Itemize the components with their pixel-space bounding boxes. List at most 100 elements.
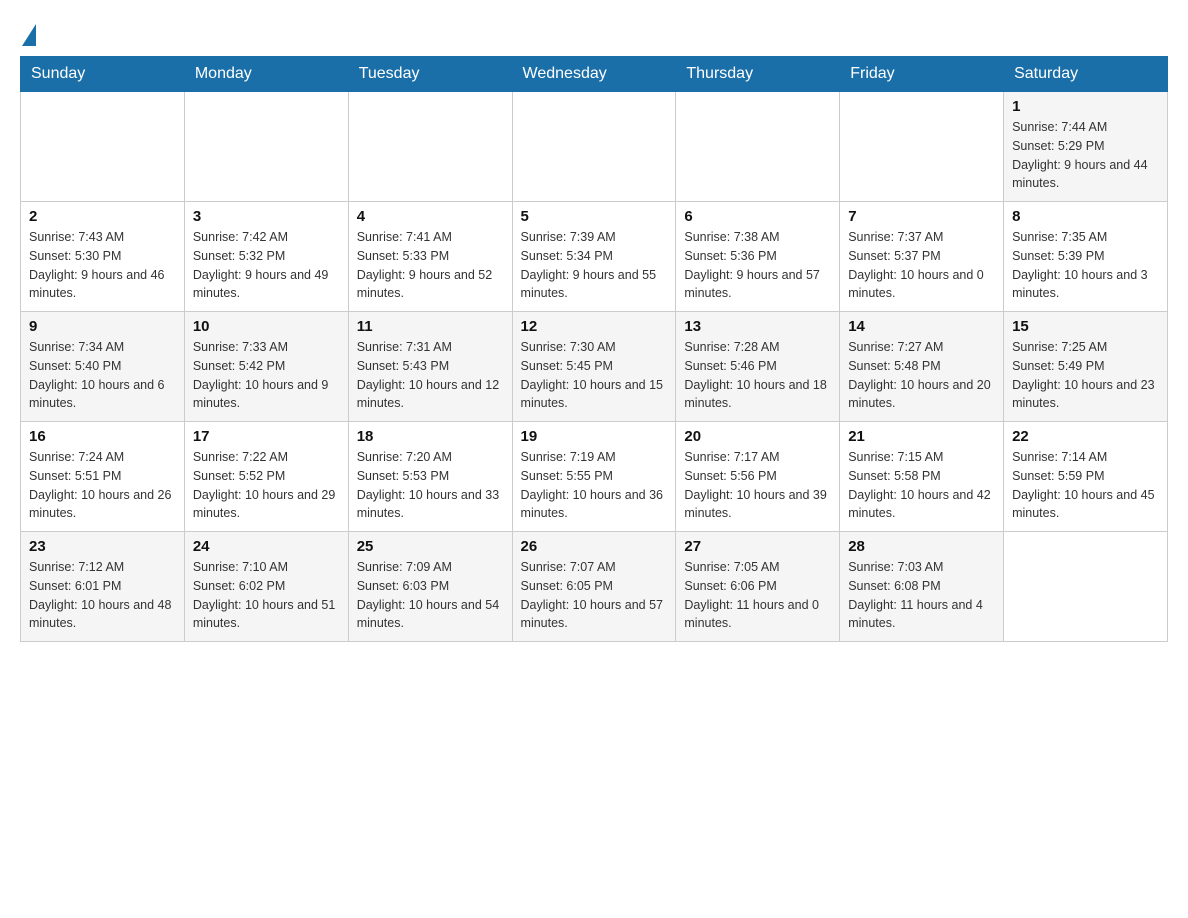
- calendar-cell: 23 Sunrise: 7:12 AM Sunset: 6:01 PM Dayli…: [21, 532, 185, 642]
- day-info: Sunrise: 7:42 AM Sunset: 5:32 PM Dayligh…: [193, 228, 340, 303]
- day-number: 12: [521, 318, 668, 335]
- calendar-cell: [840, 92, 1004, 202]
- day-number: 11: [357, 318, 504, 335]
- day-header-monday: Monday: [184, 57, 348, 92]
- calendar-cell: 11 Sunrise: 7:31 AM Sunset: 5:43 PM Dayli…: [348, 312, 512, 422]
- day-header-tuesday: Tuesday: [348, 57, 512, 92]
- day-number: 27: [684, 538, 831, 555]
- calendar-cell: 2 Sunrise: 7:43 AM Sunset: 5:30 PM Daylig…: [21, 202, 185, 312]
- logo-triangle-icon: [22, 24, 36, 46]
- day-info: Sunrise: 7:37 AM Sunset: 5:37 PM Dayligh…: [848, 228, 995, 303]
- day-number: 3: [193, 208, 340, 225]
- day-number: 18: [357, 428, 504, 445]
- day-info: Sunrise: 7:10 AM Sunset: 6:02 PM Dayligh…: [193, 558, 340, 633]
- day-number: 22: [1012, 428, 1159, 445]
- day-info: Sunrise: 7:25 AM Sunset: 5:49 PM Dayligh…: [1012, 338, 1159, 413]
- day-number: 19: [521, 428, 668, 445]
- calendar-cell: [676, 92, 840, 202]
- calendar-cell: 13 Sunrise: 7:28 AM Sunset: 5:46 PM Dayli…: [676, 312, 840, 422]
- calendar-cell: 22 Sunrise: 7:14 AM Sunset: 5:59 PM Dayli…: [1004, 422, 1168, 532]
- day-info: Sunrise: 7:43 AM Sunset: 5:30 PM Dayligh…: [29, 228, 176, 303]
- calendar-cell: [184, 92, 348, 202]
- calendar-cell: 10 Sunrise: 7:33 AM Sunset: 5:42 PM Dayli…: [184, 312, 348, 422]
- calendar-cell: 25 Sunrise: 7:09 AM Sunset: 6:03 PM Dayli…: [348, 532, 512, 642]
- day-info: Sunrise: 7:38 AM Sunset: 5:36 PM Dayligh…: [684, 228, 831, 303]
- calendar-cell: 14Sunrise: 7:27 AM Sunset: 5:48 PM Dayli…: [840, 312, 1004, 422]
- calendar-cell: 9 Sunrise: 7:34 AM Sunset: 5:40 PM Daylig…: [21, 312, 185, 422]
- day-info: Sunrise: 7:27 AM Sunset: 5:48 PM Dayligh…: [848, 338, 995, 413]
- calendar-cell: 3 Sunrise: 7:42 AM Sunset: 5:32 PM Daylig…: [184, 202, 348, 312]
- calendar-cell: 24 Sunrise: 7:10 AM Sunset: 6:02 PM Dayli…: [184, 532, 348, 642]
- day-number: 13: [684, 318, 831, 335]
- logo: [20, 20, 36, 46]
- calendar-cell: 1 Sunrise: 7:44 AM Sunset: 5:29 PM Daylig…: [1004, 92, 1168, 202]
- day-info: Sunrise: 7:35 AM Sunset: 5:39 PM Dayligh…: [1012, 228, 1159, 303]
- day-number: 26: [521, 538, 668, 555]
- day-number: 2: [29, 208, 176, 225]
- day-number: 9: [29, 318, 176, 335]
- day-number: 7: [848, 208, 995, 225]
- day-info: Sunrise: 7:07 AM Sunset: 6:05 PM Dayligh…: [521, 558, 668, 633]
- day-info: Sunrise: 7:44 AM Sunset: 5:29 PM Dayligh…: [1012, 118, 1159, 193]
- day-info: Sunrise: 7:05 AM Sunset: 6:06 PM Dayligh…: [684, 558, 831, 633]
- day-number: 4: [357, 208, 504, 225]
- calendar-cell: [21, 92, 185, 202]
- day-info: Sunrise: 7:39 AM Sunset: 5:34 PM Dayligh…: [521, 228, 668, 303]
- day-header-thursday: Thursday: [676, 57, 840, 92]
- calendar-cell: 7 Sunrise: 7:37 AM Sunset: 5:37 PM Daylig…: [840, 202, 1004, 312]
- week-row-4: 16Sunrise: 7:24 AM Sunset: 5:51 PM Dayli…: [21, 422, 1168, 532]
- calendar-cell: 18 Sunrise: 7:20 AM Sunset: 5:53 PM Dayli…: [348, 422, 512, 532]
- calendar-cell: 20Sunrise: 7:17 AM Sunset: 5:56 PM Dayli…: [676, 422, 840, 532]
- day-number: 5: [521, 208, 668, 225]
- calendar-cell: 12 Sunrise: 7:30 AM Sunset: 5:45 PM Dayli…: [512, 312, 676, 422]
- day-number: 28: [848, 538, 995, 555]
- day-info: Sunrise: 7:33 AM Sunset: 5:42 PM Dayligh…: [193, 338, 340, 413]
- calendar-cell: 8 Sunrise: 7:35 AM Sunset: 5:39 PM Daylig…: [1004, 202, 1168, 312]
- calendar-cell: [512, 92, 676, 202]
- page-header: [20, 20, 1168, 46]
- calendar-cell: 5 Sunrise: 7:39 AM Sunset: 5:34 PM Daylig…: [512, 202, 676, 312]
- day-header-friday: Friday: [840, 57, 1004, 92]
- day-info: Sunrise: 7:09 AM Sunset: 6:03 PM Dayligh…: [357, 558, 504, 633]
- calendar-cell: 21 Sunrise: 7:15 AM Sunset: 5:58 PM Dayli…: [840, 422, 1004, 532]
- calendar-header-row: SundayMondayTuesdayWednesdayThursdayFrid…: [21, 57, 1168, 92]
- calendar-cell: 15 Sunrise: 7:25 AM Sunset: 5:49 PM Dayli…: [1004, 312, 1168, 422]
- day-info: Sunrise: 7:14 AM Sunset: 5:59 PM Dayligh…: [1012, 448, 1159, 523]
- day-info: Sunrise: 7:41 AM Sunset: 5:33 PM Dayligh…: [357, 228, 504, 303]
- day-number: 20: [684, 428, 831, 445]
- calendar-cell: 26 Sunrise: 7:07 AM Sunset: 6:05 PM Dayli…: [512, 532, 676, 642]
- day-info: Sunrise: 7:22 AM Sunset: 5:52 PM Dayligh…: [193, 448, 340, 523]
- day-number: 6: [684, 208, 831, 225]
- day-number: 17: [193, 428, 340, 445]
- calendar-cell: 28Sunrise: 7:03 AM Sunset: 6:08 PM Dayli…: [840, 532, 1004, 642]
- day-number: 10: [193, 318, 340, 335]
- day-info: Sunrise: 7:31 AM Sunset: 5:43 PM Dayligh…: [357, 338, 504, 413]
- calendar-cell: 17 Sunrise: 7:22 AM Sunset: 5:52 PM Dayli…: [184, 422, 348, 532]
- day-info: Sunrise: 7:34 AM Sunset: 5:40 PM Dayligh…: [29, 338, 176, 413]
- day-number: 21: [848, 428, 995, 445]
- calendar-cell: [348, 92, 512, 202]
- day-number: 23: [29, 538, 176, 555]
- day-number: 15: [1012, 318, 1159, 335]
- day-header-sunday: Sunday: [21, 57, 185, 92]
- day-number: 24: [193, 538, 340, 555]
- week-row-5: 23 Sunrise: 7:12 AM Sunset: 6:01 PM Dayli…: [21, 532, 1168, 642]
- day-number: 1: [1012, 98, 1159, 115]
- calendar-cell: 19Sunrise: 7:19 AM Sunset: 5:55 PM Dayli…: [512, 422, 676, 532]
- day-number: 25: [357, 538, 504, 555]
- day-number: 16: [29, 428, 176, 445]
- day-info: Sunrise: 7:30 AM Sunset: 5:45 PM Dayligh…: [521, 338, 668, 413]
- day-info: Sunrise: 7:20 AM Sunset: 5:53 PM Dayligh…: [357, 448, 504, 523]
- calendar-cell: [1004, 532, 1168, 642]
- day-number: 8: [1012, 208, 1159, 225]
- calendar-cell: 16Sunrise: 7:24 AM Sunset: 5:51 PM Dayli…: [21, 422, 185, 532]
- week-row-3: 9 Sunrise: 7:34 AM Sunset: 5:40 PM Daylig…: [21, 312, 1168, 422]
- day-info: Sunrise: 7:15 AM Sunset: 5:58 PM Dayligh…: [848, 448, 995, 523]
- week-row-1: 1 Sunrise: 7:44 AM Sunset: 5:29 PM Daylig…: [21, 92, 1168, 202]
- week-row-2: 2 Sunrise: 7:43 AM Sunset: 5:30 PM Daylig…: [21, 202, 1168, 312]
- calendar-cell: 27 Sunrise: 7:05 AM Sunset: 6:06 PM Dayli…: [676, 532, 840, 642]
- calendar-cell: 4 Sunrise: 7:41 AM Sunset: 5:33 PM Daylig…: [348, 202, 512, 312]
- day-info: Sunrise: 7:28 AM Sunset: 5:46 PM Dayligh…: [684, 338, 831, 413]
- day-info: Sunrise: 7:12 AM Sunset: 6:01 PM Dayligh…: [29, 558, 176, 633]
- day-header-saturday: Saturday: [1004, 57, 1168, 92]
